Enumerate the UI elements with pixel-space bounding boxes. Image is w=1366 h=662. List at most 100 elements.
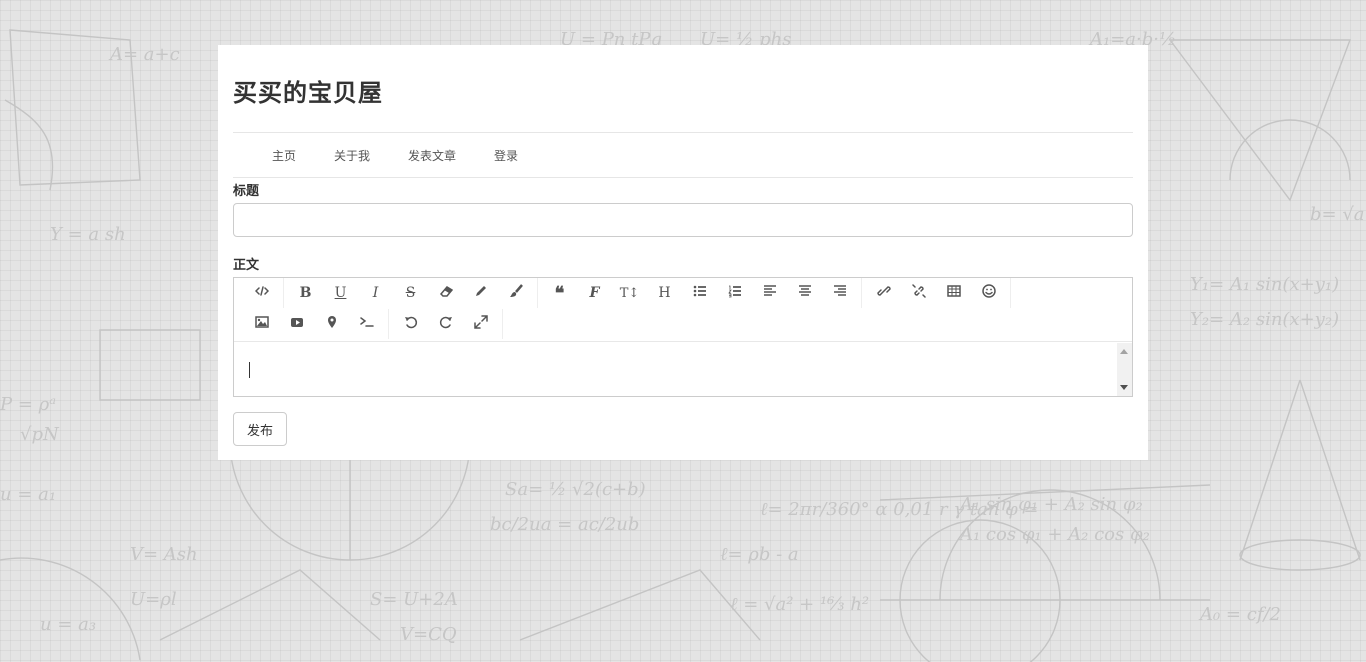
strikethrough-icon: S: [405, 285, 416, 301]
nav-divider: [233, 177, 1133, 178]
undo-button[interactable]: [393, 311, 428, 337]
italic-icon: I: [372, 285, 379, 301]
svg-text:ℓ = √a² + ¹⁶⁄₃ h²: ℓ = √a² + ¹⁶⁄₃ h²: [730, 594, 869, 615]
main-card: 买买的宝贝屋 主页 关于我 发表文章 登录 标题 正文 B U I S ❝ F T↕ H 发布: [218, 45, 1148, 460]
svg-text:Y₁= A₁ sin(x+y₁): Y₁= A₁ sin(x+y₁): [1190, 274, 1339, 295]
header-divider: [233, 132, 1133, 133]
eraser-button[interactable]: [428, 280, 463, 306]
image-button[interactable]: [244, 311, 279, 337]
svg-text:A₀ = cf/2: A₀ = cf/2: [1198, 604, 1281, 625]
svg-text:b= √a: b= √a: [1310, 204, 1365, 225]
eraser-icon: [439, 284, 453, 302]
emoji-icon: [981, 284, 996, 302]
svg-text:P = ρᵃ: P = ρᵃ: [0, 394, 56, 415]
unordered-list-button[interactable]: [682, 280, 717, 306]
table-button[interactable]: [936, 280, 971, 306]
bold-icon: B: [299, 285, 312, 301]
nav-item-login[interactable]: 登录: [475, 145, 537, 165]
unordered-list-icon: [693, 284, 707, 302]
fullscreen-icon: [473, 315, 488, 333]
underline-icon: U: [334, 285, 347, 301]
ordered-list-button[interactable]: [717, 280, 752, 306]
unlink-icon: [911, 284, 926, 302]
svg-text:U=ρl: U=ρl: [130, 589, 177, 610]
paint-brush-icon: [509, 284, 523, 302]
video-button[interactable]: [279, 311, 314, 337]
editor-scrollbar[interactable]: [1117, 343, 1132, 396]
redo-icon: [439, 315, 453, 333]
link-button[interactable]: [866, 280, 901, 306]
site-title[interactable]: 买买的宝贝屋: [233, 73, 383, 108]
italic-button[interactable]: I: [358, 280, 393, 306]
svg-text:ℓ= ρb - a: ℓ= ρb - a: [720, 544, 799, 565]
emoji-button[interactable]: [971, 280, 1006, 306]
nav-item-new-post[interactable]: 发表文章: [389, 145, 475, 165]
align-left-icon: [763, 284, 777, 302]
font-icon: F: [589, 285, 600, 301]
link-icon: [876, 284, 891, 302]
toolbar-row-2: [240, 309, 503, 339]
undo-icon: [404, 315, 418, 333]
code-view-icon: [254, 284, 269, 302]
quote-button[interactable]: ❝: [542, 280, 577, 306]
pencil-icon: [474, 284, 488, 302]
nav-item-about[interactable]: 关于我: [315, 145, 389, 165]
align-right-icon: [833, 284, 847, 302]
title-label: 标题: [233, 184, 260, 199]
bold-button[interactable]: B: [288, 280, 323, 306]
svg-text:V=CQ: V=CQ: [400, 624, 457, 645]
svg-text:√pN: √pN: [20, 424, 60, 445]
align-center-icon: [798, 284, 812, 302]
toolbar-group: [389, 309, 503, 339]
svg-text:A₁ sin φ₁ + A₂ sin φ₂: A₁ sin φ₁ + A₂ sin φ₂: [958, 494, 1143, 515]
terminal-button[interactable]: [349, 311, 384, 337]
svg-text:S= U+2A: S= U+2A: [370, 589, 458, 610]
svg-text:A= a+c: A= a+c: [108, 44, 180, 65]
title-input[interactable]: [233, 203, 1133, 237]
text-caret: [249, 362, 250, 378]
svg-text:bc/2ua = ac/2ub: bc/2ua = ac/2ub: [490, 514, 639, 535]
align-left-button[interactable]: [752, 280, 787, 306]
editor-content-area[interactable]: [234, 343, 1117, 396]
font-button[interactable]: F: [577, 280, 612, 306]
image-icon: [254, 315, 269, 333]
svg-text:u = a₃: u = a₃: [40, 614, 96, 635]
redo-button[interactable]: [428, 311, 463, 337]
scroll-up-arrow[interactable]: [1120, 349, 1128, 354]
publish-button[interactable]: 发布: [233, 412, 287, 446]
underline-button[interactable]: U: [323, 280, 358, 306]
pencil-button[interactable]: [463, 280, 498, 306]
svg-text:u = a₁: u = a₁: [0, 484, 56, 505]
code-view-button[interactable]: [244, 280, 279, 306]
toolbar-group: [240, 309, 389, 339]
svg-text:Sa= ½ √2(c+b): Sa= ½ √2(c+b): [505, 479, 646, 500]
svg-text:Y = a sh: Y = a sh: [50, 224, 126, 245]
paint-brush-button[interactable]: [498, 280, 533, 306]
align-center-button[interactable]: [787, 280, 822, 306]
strikethrough-button[interactable]: S: [393, 280, 428, 306]
map-marker-button[interactable]: [314, 311, 349, 337]
svg-text:Y₂= A₂ sin(x+y₂): Y₂= A₂ sin(x+y₂): [1190, 309, 1339, 330]
video-icon: [290, 315, 304, 333]
unlink-button[interactable]: [901, 280, 936, 306]
editor-toolbar: B U I S ❝ F T↕ H: [234, 278, 1132, 342]
align-right-button[interactable]: [822, 280, 857, 306]
text-height-icon: T↕: [619, 285, 640, 301]
quote-icon: ❝: [554, 282, 565, 304]
body-label: 正文: [233, 258, 260, 273]
terminal-icon: [359, 315, 374, 333]
ordered-list-icon: [727, 284, 742, 302]
scroll-down-arrow[interactable]: [1120, 385, 1128, 390]
text-height-button[interactable]: T↕: [612, 280, 647, 306]
svg-text:V= Ash: V= Ash: [130, 544, 198, 565]
map-marker-icon: [325, 315, 339, 333]
header-icon: H: [658, 285, 671, 301]
toolbar-row-1: B U I S ❝ F T↕ H: [240, 278, 1011, 308]
rich-text-editor: B U I S ❝ F T↕ H: [233, 277, 1133, 397]
fullscreen-button[interactable]: [463, 311, 498, 337]
toolbar-group: BUIS: [284, 278, 538, 308]
toolbar-group: ❝ F T↕ H: [538, 278, 862, 308]
nav-item-home[interactable]: 主页: [253, 145, 315, 165]
main-nav: 主页 关于我 发表文章 登录: [233, 145, 537, 165]
header-button[interactable]: H: [647, 280, 682, 306]
